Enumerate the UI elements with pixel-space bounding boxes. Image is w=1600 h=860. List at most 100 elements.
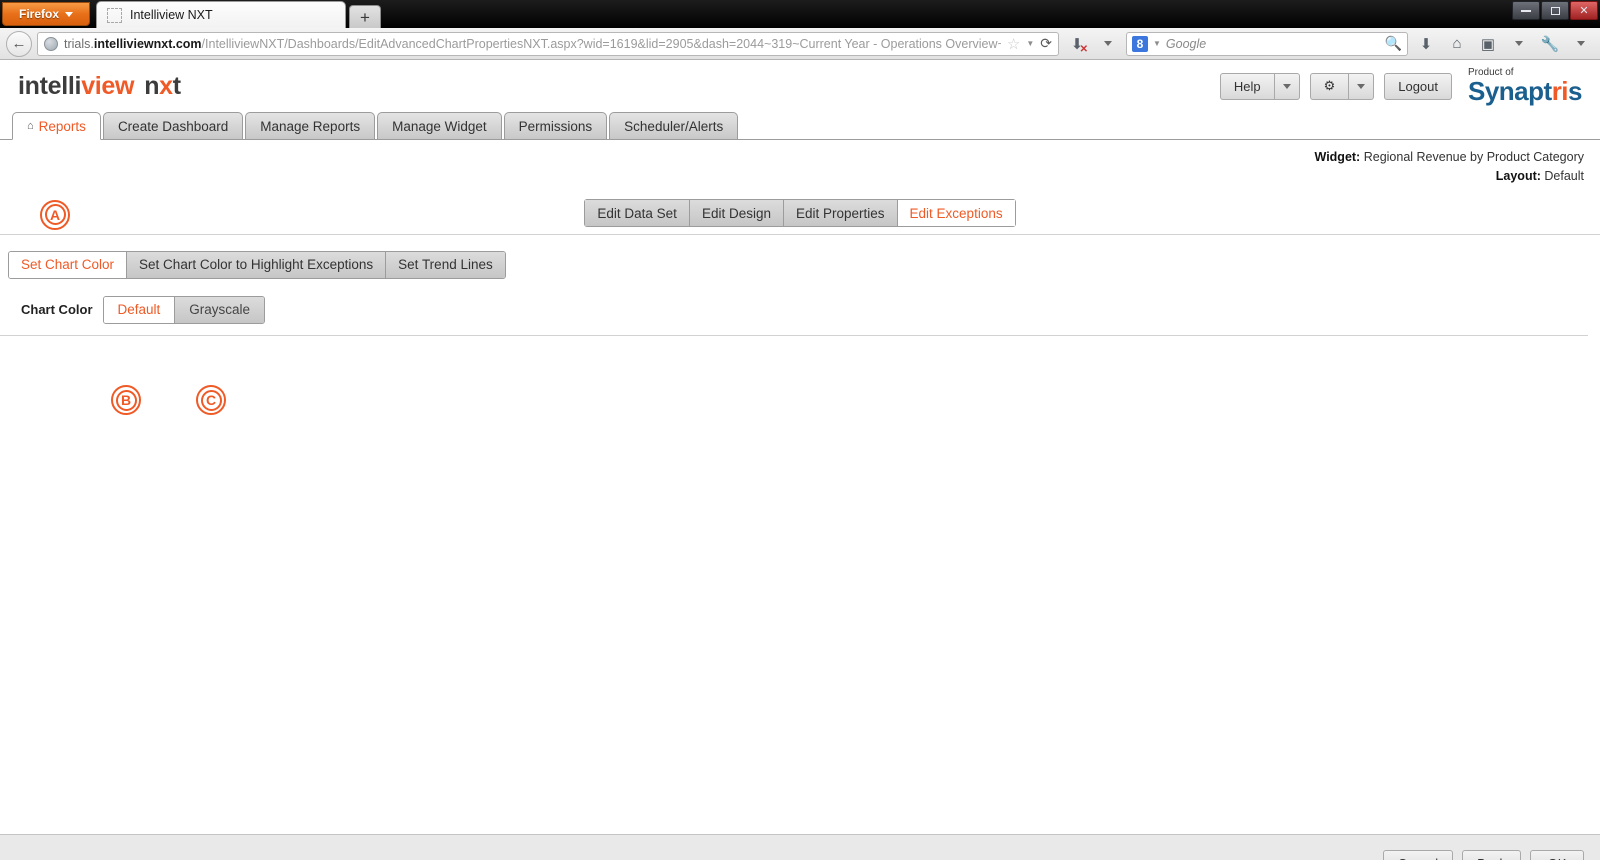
sub-tab-highlight-exceptions[interactable]: Set Chart Color to Highlight Exceptions [127, 251, 387, 278]
tab-manage-reports[interactable]: Manage Reports [245, 112, 376, 139]
widget-line: Widget: Regional Revenue by Product Cate… [0, 148, 1584, 167]
help-button-group: Help [1219, 72, 1300, 100]
reload-icon[interactable]: ⟳ [1040, 35, 1052, 52]
browser-tabstrip: Intelliview NXT + [96, 0, 381, 28]
bookmarks-dropdown-button[interactable] [1506, 31, 1532, 57]
synaptris-part-b: s [1568, 76, 1582, 106]
annotation-marker-b-letter: B [120, 392, 132, 408]
logo-part-x: x [159, 71, 173, 100]
footer-bar: Cancel Back OK [0, 834, 1600, 860]
header-actions: Help ⚙ Logout Product of Synaptris [1219, 68, 1582, 105]
addons-button[interactable]: 🔧 [1537, 31, 1563, 57]
chart-color-label: Chart Color [21, 302, 93, 318]
toolbar-overflow-button[interactable] [1568, 31, 1594, 57]
url-bar[interactable]: trials.intelliviewnxt.com/IntelliviewNXT… [37, 31, 1059, 56]
sub-tabs-group: Set Chart Color Set Chart Color to Highl… [8, 250, 506, 279]
minimize-icon [1521, 9, 1531, 12]
tab-reports[interactable]: ⌂ Reports [12, 112, 101, 140]
browser-navigation-bar: ← trials.intelliviewnxt.com/IntelliviewN… [0, 28, 1600, 60]
tab-permissions[interactable]: Permissions [503, 112, 608, 139]
synaptris-logo: Product of Synaptris [1468, 68, 1582, 105]
back-button[interactable]: ← [6, 30, 32, 57]
sub-tabs-row: Set Chart Color Set Chart Color to Highl… [0, 235, 1600, 279]
annotation-marker-c: C [196, 385, 226, 415]
firefox-menu-button[interactable]: Firefox [2, 2, 90, 26]
synaptris-wordmark: Synaptris [1468, 78, 1582, 104]
logo-part-t: t [172, 71, 181, 100]
widget-info: Widget: Regional Revenue by Product Cate… [0, 140, 1600, 193]
google-icon: 8 [1132, 35, 1148, 52]
settings-dropdown-button[interactable] [1348, 72, 1375, 100]
tab-manage-widget[interactable]: Manage Widget [377, 112, 502, 139]
window-titlebar: Firefox Intelliview NXT + ✕ [0, 0, 1600, 28]
chevron-down-icon[interactable]: ▼ [1153, 39, 1161, 48]
home-button[interactable]: ⌂ [1444, 31, 1470, 57]
maximize-button[interactable] [1541, 1, 1569, 20]
chevron-down-icon [65, 11, 73, 17]
url-host-prefix: trials. [64, 36, 94, 51]
chevron-down-icon [1104, 41, 1112, 46]
bookmarks-button[interactable]: ▣ [1475, 31, 1501, 57]
window-controls: ✕ [1512, 1, 1598, 20]
layout-label: Layout: [1495, 169, 1541, 184]
search-input[interactable]: Google [1166, 37, 1380, 51]
sub-tab-set-trend-lines[interactable]: Set Trend Lines [386, 251, 505, 278]
edit-tabs-row: Edit Data Set Edit Design Edit Propertie… [0, 193, 1600, 235]
logo-part-view: view [81, 71, 135, 100]
synaptris-part-i: ri [1551, 76, 1569, 106]
favicon-placeholder-icon [107, 7, 122, 23]
search-box[interactable]: 8 ▼ Google 🔍 [1126, 31, 1408, 56]
edit-tab-data-set[interactable]: Edit Data Set [585, 200, 690, 227]
chevron-down-icon [1357, 83, 1366, 89]
close-button[interactable]: ✕ [1570, 1, 1598, 20]
annotation-marker-c-letter: C [205, 392, 217, 408]
synaptris-part-a: Synapt [1468, 76, 1552, 106]
ok-button[interactable]: OK [1530, 850, 1584, 860]
chart-color-options: Default Grayscale [102, 295, 266, 324]
sub-tab-set-chart-color[interactable]: Set Chart Color [9, 251, 128, 278]
download-dropdown-button[interactable] [1095, 31, 1121, 57]
edit-tab-design[interactable]: Edit Design [689, 200, 784, 227]
tab-create-dashboard[interactable]: Create Dashboard [102, 112, 244, 139]
restore-icon [1550, 6, 1560, 15]
minimize-button[interactable] [1512, 1, 1540, 20]
edit-tab-exceptions[interactable]: Edit Exceptions [897, 200, 1015, 227]
search-magnifier-icon[interactable]: 🔍 [1385, 35, 1402, 52]
help-button[interactable]: Help [1219, 72, 1274, 100]
settings-button[interactable]: ⚙ [1309, 72, 1349, 100]
layout-line: Layout: Default [0, 167, 1584, 186]
cancel-button[interactable]: Cancel [1382, 850, 1454, 860]
layout-value: Default [1544, 169, 1584, 184]
browser-tab[interactable]: Intelliview NXT [96, 1, 346, 28]
content-area [0, 335, 1600, 796]
back-button-footer[interactable]: Back [1462, 850, 1521, 860]
browser-tab-title: Intelliview NXT [130, 8, 213, 22]
chart-color-row: Chart Color Default Grayscale [0, 279, 1588, 336]
url-host: intelliviewnxt.com [93, 36, 202, 51]
chevron-down-icon [1515, 41, 1523, 46]
bookmark-star-icon[interactable]: ☆ [1007, 35, 1020, 53]
annotation-marker-b: B [111, 385, 141, 415]
url-text: trials.intelliviewnxt.com/IntelliviewNXT… [64, 37, 1001, 51]
downloads-button[interactable]: ⬇ [1413, 31, 1439, 57]
firefox-menu-label: Firefox [18, 7, 59, 21]
annotation-marker-a: A [40, 199, 70, 230]
edit-tab-properties[interactable]: Edit Properties [783, 200, 898, 227]
chart-color-default-button[interactable]: Default [103, 296, 176, 323]
main-navigation-tabs: ⌂ Reports Create Dashboard Manage Report… [0, 112, 1600, 140]
download-status-button[interactable]: ⬇ ✕ [1064, 31, 1090, 57]
logo-part-n: n [144, 71, 160, 100]
annotation-marker-a-letter: A [49, 206, 61, 223]
help-dropdown-button[interactable] [1273, 72, 1300, 100]
chevron-down-icon[interactable]: ▼ [1026, 39, 1034, 48]
page-root: intelliview nxt Help ⚙ Logout Product of … [0, 60, 1600, 860]
home-icon: ⌂ [27, 120, 34, 132]
chart-color-grayscale-button[interactable]: Grayscale [175, 296, 265, 323]
chevron-down-icon [1577, 41, 1585, 46]
tab-reports-label: Reports [38, 118, 86, 134]
tab-scheduler-alerts[interactable]: Scheduler/Alerts [609, 112, 739, 139]
new-tab-button[interactable]: + [349, 5, 381, 28]
chevron-down-icon [1282, 83, 1291, 89]
logout-button[interactable]: Logout [1384, 72, 1452, 100]
logo-part-intelli: intelli [18, 71, 82, 100]
